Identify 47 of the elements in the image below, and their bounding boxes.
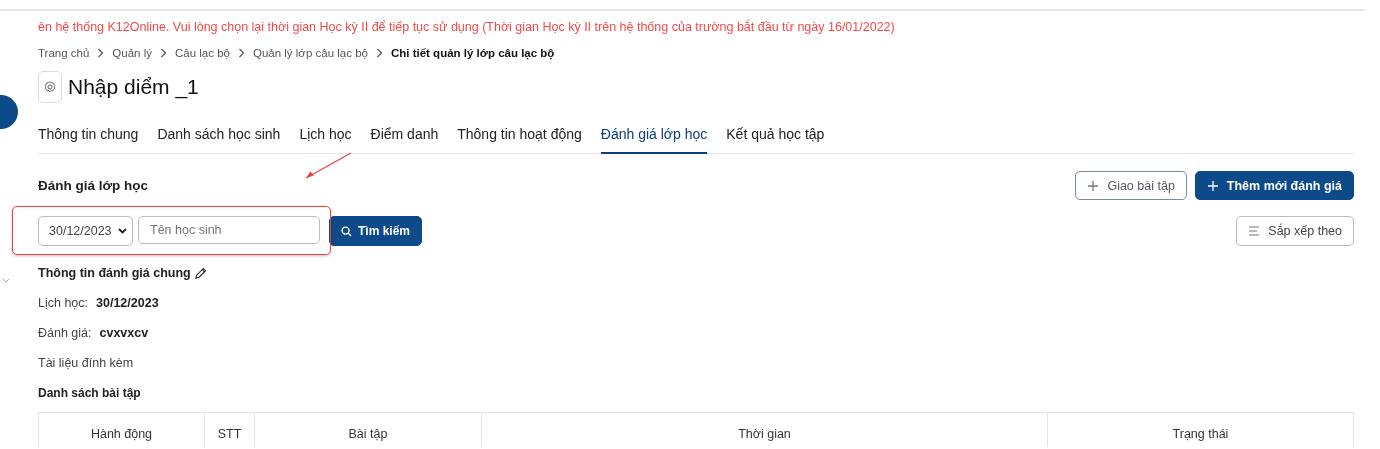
- plus-icon: [1087, 179, 1100, 192]
- tab[interactable]: Thông tin chung: [38, 123, 139, 154]
- plus-icon: [1206, 179, 1219, 192]
- exercise-list-title: Danh sách bài tập: [38, 386, 141, 400]
- caret-icon: [118, 228, 127, 234]
- field-label: Lịch học:: [38, 296, 89, 310]
- column-header: Bài tập: [254, 413, 481, 447]
- search-icon: [341, 225, 352, 237]
- tab[interactable]: Điểm danh: [370, 123, 439, 154]
- chevron-right-icon: [97, 48, 105, 58]
- info-heading: Thông tin đánh giá chung: [38, 266, 191, 280]
- search-button[interactable]: Tìm kiếm: [329, 216, 423, 246]
- settings-icon: [43, 80, 57, 94]
- tab[interactable]: Lịch học: [299, 123, 352, 154]
- chevron-right-icon: [160, 48, 167, 58]
- column-header: Trạng thái: [1047, 413, 1353, 447]
- breadcrumb-item[interactable]: Câu lạc bộ: [175, 47, 230, 59]
- tab[interactable]: Danh sách học sinh: [157, 123, 281, 154]
- breadcrumb-item[interactable]: Quản lý: [112, 47, 152, 59]
- field-value: 30/12/2023: [96, 296, 159, 310]
- column-header: Hành động: [89, 426, 154, 443]
- tab[interactable]: Thông tin hoạt động: [457, 123, 582, 154]
- pencil-icon[interactable]: [193, 266, 207, 280]
- page-title: Nhập diểm _1: [68, 75, 199, 99]
- date-select[interactable]: 30/12/2023: [38, 216, 133, 246]
- column-header: STT: [204, 413, 254, 447]
- student-name-field[interactable]: Tên học sinh: [138, 216, 320, 244]
- chevron-icon: [2, 278, 10, 284]
- notice-text: ên hệ thống K12Online. Vui lòng chọn lại thời gian Học kỳ II để tiếp tục sử dụng (Thời gian Học kỳ II trên hệ thống của trường bắt đầu từ ngày 16/01/2022): [38, 20, 896, 34]
- sort-button[interactable]: Sắp xếp theo: [1236, 216, 1354, 246]
- sort-lines-icon: [1248, 226, 1261, 236]
- chevron-right-icon: [238, 48, 245, 58]
- assign-exercise-button[interactable]: Giao bài tập: [1075, 171, 1187, 200]
- breadcrumb-item[interactable]: Trang chủ: [38, 47, 90, 59]
- annotation-arrow: [303, 152, 353, 180]
- tab[interactable]: Đánh giá lớp học: [600, 123, 708, 154]
- attachments-label: Tài liệu đính kèm: [38, 356, 134, 370]
- chevron-right-icon: [375, 48, 383, 58]
- tab[interactable]: Kết quả học tập: [726, 123, 825, 154]
- column-header: Thời gian: [481, 413, 1047, 447]
- field-value: cvxvxcv: [99, 326, 149, 340]
- section-title: Đánh giá lớp học: [38, 178, 149, 193]
- field-label: Đánh giá:: [38, 326, 92, 340]
- add-evaluation-button[interactable]: Thêm mới đánh giá: [1194, 171, 1354, 200]
- settings-button[interactable]: [38, 71, 62, 103]
- breadcrumb-item: Chi tiết quản lý lớp câu lạc bộ: [390, 47, 555, 59]
- breadcrumb-item[interactable]: Quản lý lớp câu lạc bộ: [253, 47, 368, 59]
